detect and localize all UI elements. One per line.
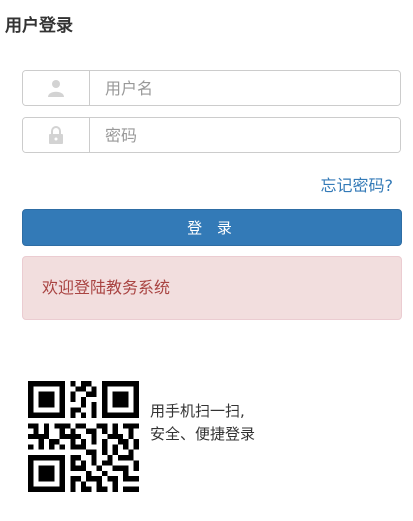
lock-icon	[23, 118, 90, 152]
page-title: 用户登录	[5, 16, 73, 36]
login-button[interactable]: 登 录	[22, 209, 402, 246]
qr-code-icon	[28, 381, 139, 492]
forgot-password-link[interactable]: 忘记密码?	[321, 176, 394, 196]
user-icon	[23, 71, 90, 105]
qr-caption: 用手机扫一扫, 安全、便捷登录	[150, 400, 255, 446]
password-group	[22, 117, 401, 153]
qr-caption-line2: 安全、便捷登录	[150, 425, 256, 443]
password-input[interactable]	[90, 118, 400, 152]
qr-caption-line1: 用手机扫一扫,	[150, 402, 245, 420]
username-group	[22, 70, 401, 106]
welcome-alert: 欢迎登陆教务系统	[22, 256, 402, 320]
username-input[interactable]	[90, 71, 400, 105]
